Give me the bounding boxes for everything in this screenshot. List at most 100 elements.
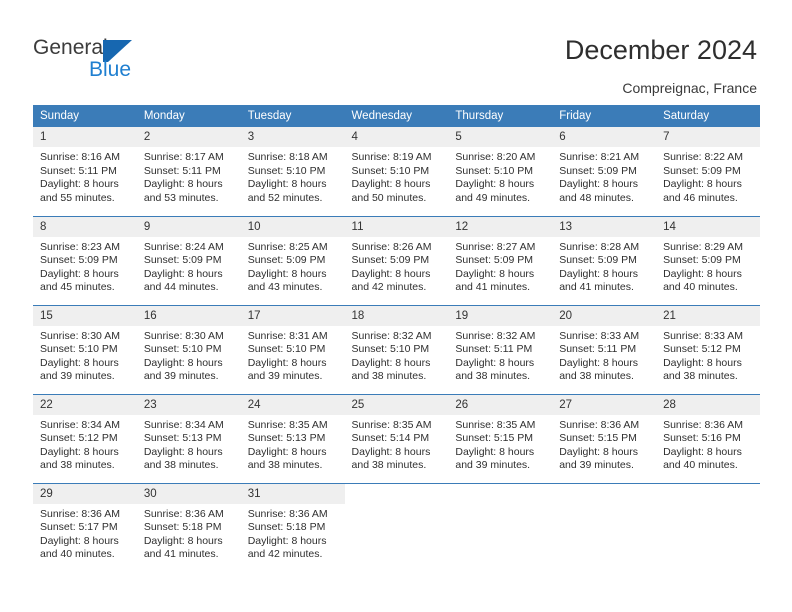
sunrise-text: Sunrise: 8:27 AM bbox=[455, 240, 536, 253]
calendar-day-cell[interactable]: 30 Sunrise: 8:36 AM Sunset: 5:18 PM Dayligh… bbox=[136, 482, 241, 572]
sunrise-text: Sunrise: 8:29 AM bbox=[663, 240, 744, 253]
day-number: 15 bbox=[33, 305, 137, 326]
day-number: 18 bbox=[344, 305, 449, 326]
daylight-text-line1: Daylight: 8 hours bbox=[455, 178, 535, 191]
day-sun-info: Sunrise: 8:35 AM Sunset: 5:15 PM Daylight:… bbox=[448, 415, 552, 473]
calendar-day-cell[interactable]: 29 Sunrise: 8:36 AM Sunset: 5:17 PM Dayligh… bbox=[33, 482, 137, 572]
sunrise-text: Sunrise: 8:30 AM bbox=[143, 329, 224, 342]
daylight-text-line2: and 38 minutes. bbox=[143, 459, 219, 472]
calendar-day-cell[interactable]: 14 Sunrise: 8:29 AM Sunset: 5:09 PM Dayligh… bbox=[656, 215, 760, 305]
daylight-text-line2: and 39 minutes. bbox=[559, 459, 634, 472]
sunset-text: Sunset: 5:14 PM bbox=[351, 432, 430, 445]
calendar-day-cell[interactable]: 8 Sunrise: 8:23 AM Sunset: 5:09 PM Daylight… bbox=[33, 215, 137, 305]
daylight-text-line1: Daylight: 8 hours bbox=[247, 534, 327, 547]
day-number: 6 bbox=[552, 127, 657, 147]
calendar-day-cell[interactable]: 22 Sunrise: 8:34 AM Sunset: 5:12 PM Dayligh… bbox=[33, 393, 137, 483]
sunrise-text: Sunrise: 8:36 AM bbox=[40, 507, 120, 520]
sunset-text: Sunset: 5:10 PM bbox=[247, 343, 326, 356]
calendar-day-cell[interactable]: 5 Sunrise: 8:20 AM Sunset: 5:10 PM Daylight… bbox=[448, 127, 553, 216]
sunset-text: Sunset: 5:09 PM bbox=[663, 164, 741, 177]
calendar-day-cell[interactable]: 16 Sunrise: 8:30 AM Sunset: 5:10 PM Dayligh… bbox=[136, 304, 241, 394]
sunset-text: Sunset: 5:11 PM bbox=[40, 164, 117, 177]
calendar-page: General Blue December 2024 Compreignac, … bbox=[0, 0, 792, 612]
calendar-day-cell[interactable]: 2 Sunrise: 8:17 AM Sunset: 5:11 PM Daylight… bbox=[136, 127, 241, 216]
daylight-text-line1: Daylight: 8 hours bbox=[143, 534, 223, 547]
calendar-day-cell[interactable]: 15 Sunrise: 8:30 AM Sunset: 5:10 PM Dayligh… bbox=[33, 304, 137, 394]
calendar-day-cell[interactable]: 10 Sunrise: 8:25 AM Sunset: 5:09 PM Dayligh… bbox=[240, 215, 345, 305]
page-header: General Blue December 2024 Compreignac, … bbox=[0, 0, 792, 100]
sunset-text: Sunset: 5:09 PM bbox=[351, 254, 430, 267]
calendar-day-cell[interactable]: 23 Sunrise: 8:34 AM Sunset: 5:13 PM Dayligh… bbox=[136, 393, 241, 483]
calendar-day-cell[interactable]: 7 Sunrise: 8:22 AM Sunset: 5:09 PM Daylight… bbox=[656, 127, 760, 216]
day-sun-info: Sunrise: 8:29 AM Sunset: 5:09 PM Daylight:… bbox=[656, 237, 760, 295]
calendar-day-cell[interactable]: 3 Sunrise: 8:18 AM Sunset: 5:10 PM Daylight… bbox=[240, 127, 345, 216]
calendar-day-cell[interactable]: 31 Sunrise: 8:36 AM Sunset: 5:18 PM Dayligh… bbox=[240, 482, 345, 572]
calendar-day-cell[interactable]: 4 Sunrise: 8:19 AM Sunset: 5:10 PM Daylight… bbox=[344, 127, 449, 216]
calendar-day-cell[interactable]: 17 Sunrise: 8:31 AM Sunset: 5:10 PM Dayligh… bbox=[240, 304, 345, 394]
calendar-day-cell[interactable]: 27 Sunrise: 8:36 AM Sunset: 5:15 PM Dayligh… bbox=[552, 393, 657, 483]
sunrise-text: Sunrise: 8:22 AM bbox=[663, 151, 744, 163]
sunrise-text: Sunrise: 8:18 AM bbox=[247, 151, 328, 163]
page-subtitle-location: Compreignac, France bbox=[622, 80, 757, 96]
day-sun-info: Sunrise: 8:36 AM Sunset: 5:18 PM Daylight:… bbox=[137, 504, 241, 562]
day-number: 8 bbox=[33, 216, 137, 237]
sunset-text: Sunset: 5:09 PM bbox=[663, 254, 741, 267]
day-sun-info: Sunrise: 8:16 AM Sunset: 5:11 PM Daylight:… bbox=[33, 147, 137, 205]
daylight-text-line1: Daylight: 8 hours bbox=[663, 267, 742, 280]
daylight-text-line1: Daylight: 8 hours bbox=[40, 356, 119, 369]
daylight-text-line1: Daylight: 8 hours bbox=[247, 178, 327, 191]
sunset-text: Sunset: 5:11 PM bbox=[143, 164, 221, 177]
day-sun-info: Sunrise: 8:20 AM Sunset: 5:10 PM Daylight:… bbox=[448, 147, 552, 205]
day-sun-info: Sunrise: 8:31 AM Sunset: 5:10 PM Daylight:… bbox=[241, 326, 345, 384]
sunrise-text: Sunrise: 8:35 AM bbox=[455, 418, 536, 431]
day-number: 3 bbox=[240, 127, 345, 147]
daylight-text-line2: and 39 minutes. bbox=[143, 370, 219, 383]
brand-logo[interactable]: General Blue bbox=[33, 36, 213, 86]
calendar-day-cell[interactable]: 9 Sunrise: 8:24 AM Sunset: 5:09 PM Daylight… bbox=[136, 215, 241, 305]
calendar-day-cell[interactable]: 20 Sunrise: 8:33 AM Sunset: 5:11 PM Dayligh… bbox=[552, 304, 657, 394]
sunrise-text: Sunrise: 8:17 AM bbox=[143, 151, 224, 163]
daylight-text-line1: Daylight: 8 hours bbox=[559, 178, 639, 191]
weekday-header-tuesday: Tuesday bbox=[240, 105, 345, 127]
calendar-day-cell[interactable]: 6 Sunrise: 8:21 AM Sunset: 5:09 PM Daylight… bbox=[552, 127, 657, 216]
sunset-text: Sunset: 5:09 PM bbox=[40, 254, 118, 267]
daylight-text-line2: and 50 minutes. bbox=[351, 191, 427, 204]
daylight-text-line1: Daylight: 8 hours bbox=[351, 356, 431, 369]
day-sun-info: Sunrise: 8:22 AM Sunset: 5:09 PM Daylight:… bbox=[656, 147, 760, 205]
sunrise-text: Sunrise: 8:36 AM bbox=[663, 418, 744, 431]
daylight-text-line1: Daylight: 8 hours bbox=[455, 445, 535, 458]
sunrise-text: Sunrise: 8:34 AM bbox=[40, 418, 120, 431]
daylight-text-line2: and 38 minutes. bbox=[351, 459, 427, 472]
calendar-day-cell[interactable]: 11 Sunrise: 8:26 AM Sunset: 5:09 PM Dayligh… bbox=[344, 215, 449, 305]
calendar-day-cell[interactable]: 19 Sunrise: 8:32 AM Sunset: 5:11 PM Dayligh… bbox=[448, 304, 553, 394]
calendar-day-cell[interactable]: 28 Sunrise: 8:36 AM Sunset: 5:16 PM Dayligh… bbox=[656, 393, 760, 483]
daylight-text-line2: and 38 minutes. bbox=[40, 459, 115, 472]
day-number: 2 bbox=[136, 127, 241, 147]
daylight-text-line1: Daylight: 8 hours bbox=[143, 356, 223, 369]
sunrise-text: Sunrise: 8:25 AM bbox=[247, 240, 328, 253]
calendar-day-cell[interactable]: 26 Sunrise: 8:35 AM Sunset: 5:15 PM Dayligh… bbox=[448, 393, 553, 483]
calendar-day-cell[interactable]: 21 Sunrise: 8:33 AM Sunset: 5:12 PM Dayligh… bbox=[656, 304, 760, 394]
day-number: 9 bbox=[136, 216, 241, 237]
weekday-header-wednesday: Wednesday bbox=[344, 105, 449, 127]
day-number: 22 bbox=[33, 394, 137, 415]
calendar-day-cell[interactable]: 25 Sunrise: 8:35 AM Sunset: 5:14 PM Dayligh… bbox=[344, 393, 449, 483]
daylight-text-line2: and 41 minutes. bbox=[143, 548, 219, 561]
weekday-header-sunday: Sunday bbox=[33, 105, 137, 127]
calendar-day-cell[interactable]: 12 Sunrise: 8:27 AM Sunset: 5:09 PM Dayligh… bbox=[448, 215, 553, 305]
calendar-day-cell[interactable]: 24 Sunrise: 8:35 AM Sunset: 5:13 PM Dayligh… bbox=[240, 393, 345, 483]
sunset-text: Sunset: 5:13 PM bbox=[143, 432, 222, 445]
day-number: 25 bbox=[344, 394, 449, 415]
daylight-text-line2: and 38 minutes. bbox=[559, 370, 634, 383]
calendar-day-cell[interactable]: 13 Sunrise: 8:28 AM Sunset: 5:09 PM Dayligh… bbox=[552, 215, 657, 305]
calendar-header-row: Sunday Monday Tuesday Wednesday Thursday… bbox=[33, 105, 760, 127]
calendar-day-cell[interactable]: 18 Sunrise: 8:32 AM Sunset: 5:10 PM Dayligh… bbox=[344, 304, 449, 394]
day-sun-info: Sunrise: 8:35 AM Sunset: 5:14 PM Daylight:… bbox=[345, 415, 449, 473]
day-sun-info: Sunrise: 8:32 AM Sunset: 5:10 PM Daylight:… bbox=[345, 326, 449, 384]
daylight-text-line1: Daylight: 8 hours bbox=[40, 445, 119, 458]
sunrise-text: Sunrise: 8:20 AM bbox=[455, 151, 536, 163]
day-sun-info: Sunrise: 8:33 AM Sunset: 5:12 PM Daylight:… bbox=[656, 326, 760, 384]
calendar-day-cell[interactable]: 1 Sunrise: 8:16 AM Sunset: 5:11 PM Daylight… bbox=[33, 127, 137, 216]
sunset-text: Sunset: 5:09 PM bbox=[143, 254, 222, 267]
weekday-header-monday: Monday bbox=[136, 105, 241, 127]
